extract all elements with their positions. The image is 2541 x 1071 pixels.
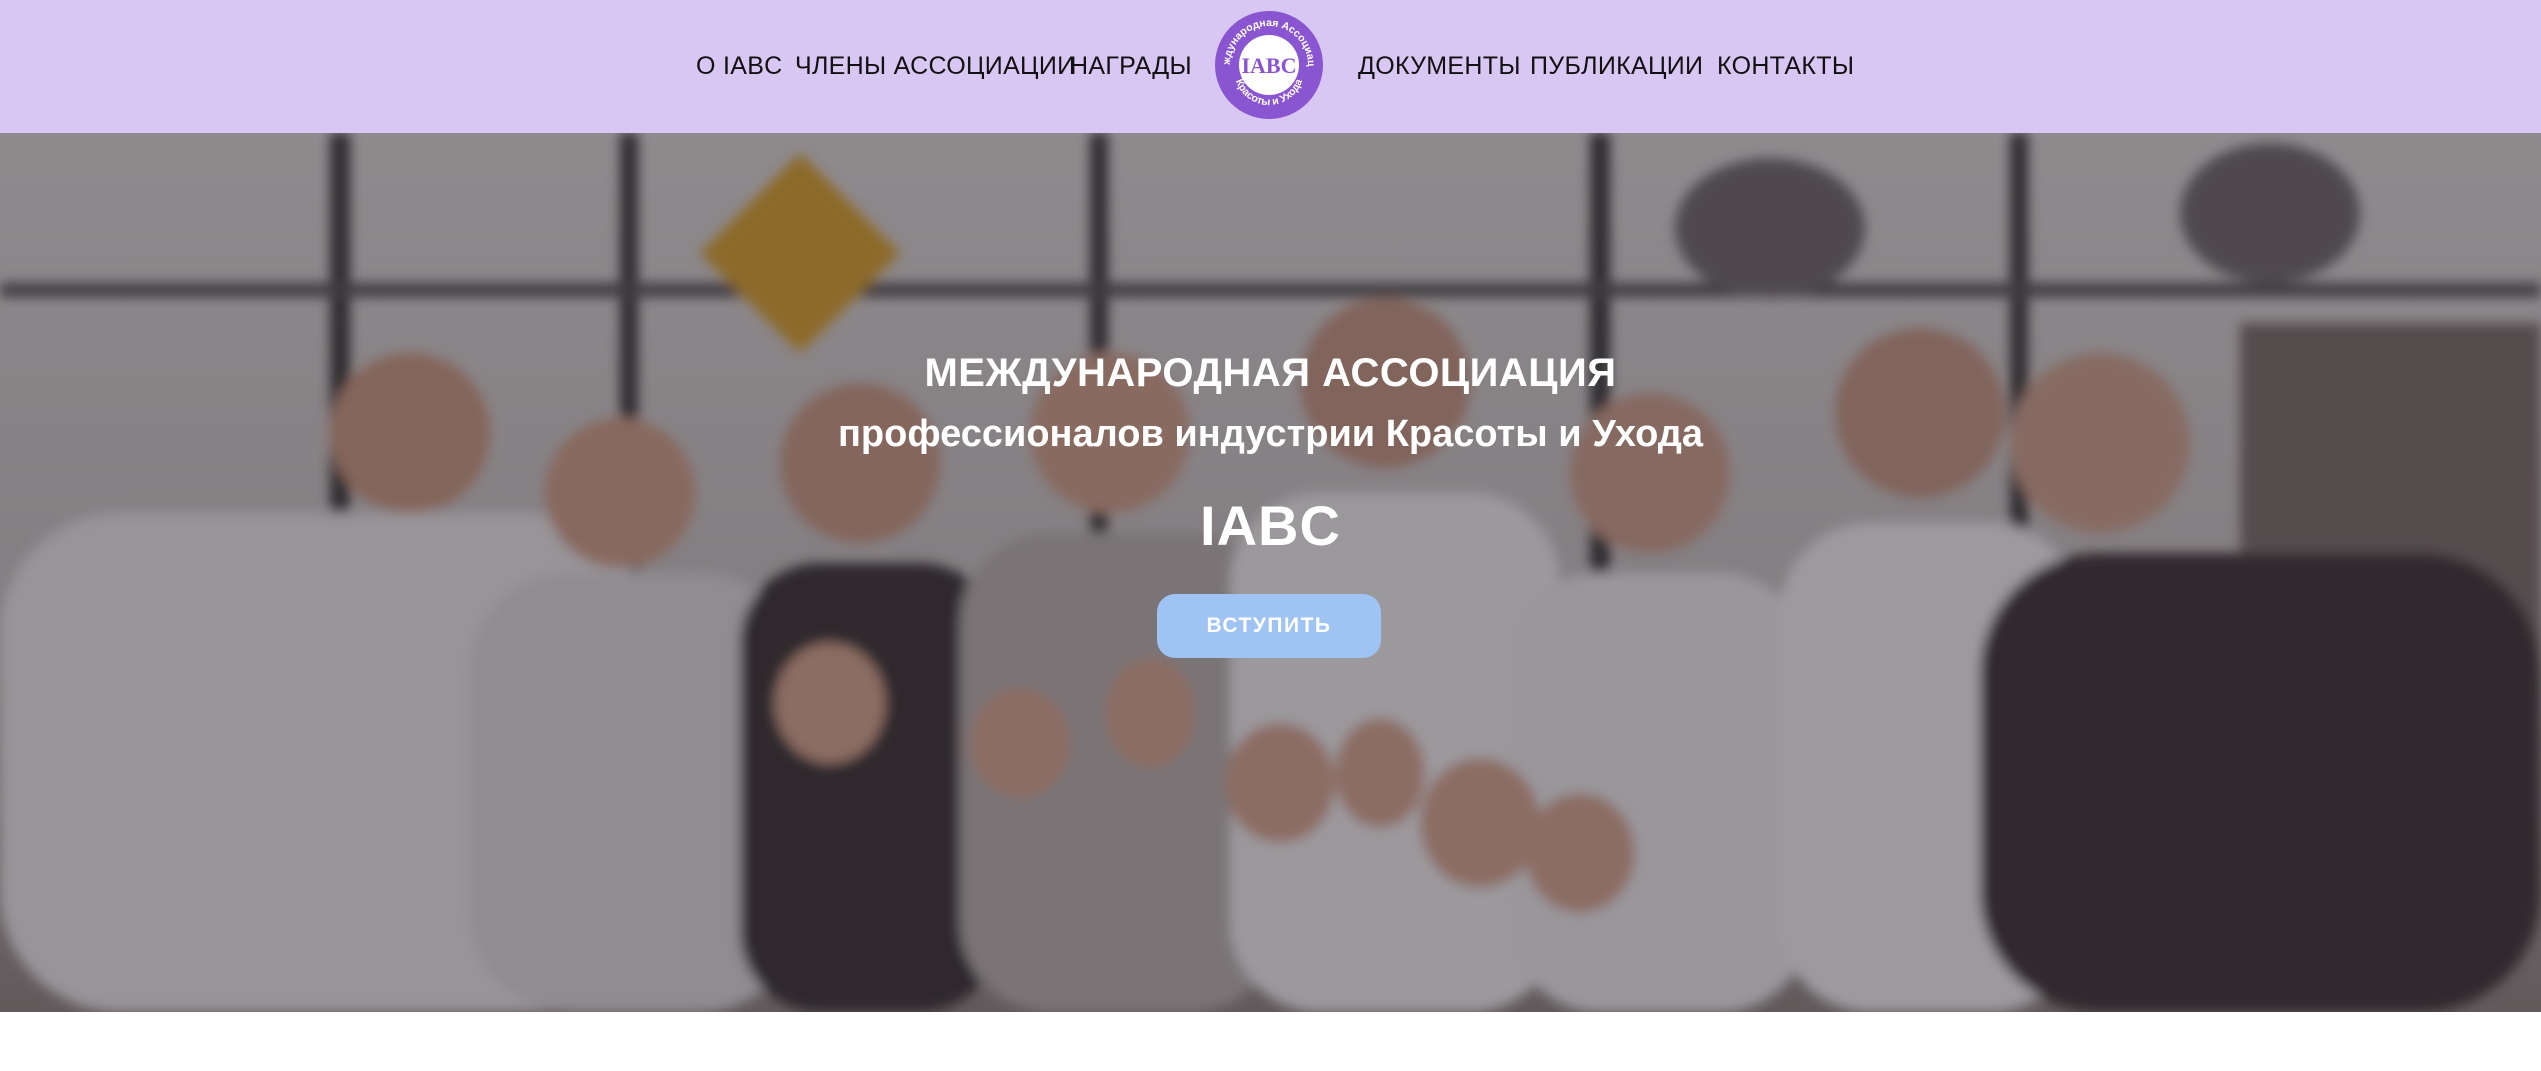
join-button[interactable]: ВСТУПИТЬ bbox=[1157, 594, 1381, 658]
logo-emblem: Международная Ассоциация Красоты и Ухода… bbox=[1210, 1, 1323, 119]
logo[interactable]: Международная Ассоциация Красоты и Ухода… bbox=[1210, 1, 1324, 120]
nav-documents[interactable]: ДОКУМЕНТЫ bbox=[1358, 46, 1521, 86]
hero-title: МЕЖДУНАРОДНАЯ АССОЦИАЦИЯ bbox=[924, 351, 1617, 395]
page-content-start bbox=[0, 1012, 2541, 1071]
hero-overlay bbox=[0, 133, 2541, 1012]
nav-awards[interactable]: НАГРАДЫ bbox=[1070, 46, 1192, 86]
nav-contacts[interactable]: КОНТАКТЫ bbox=[1717, 46, 1854, 86]
nav-publications[interactable]: ПУБЛИКАЦИИ bbox=[1530, 46, 1703, 86]
hero-brand: IABC bbox=[1200, 494, 1341, 557]
nav-members[interactable]: ЧЛЕНЫ АССОЦИАЦИИ bbox=[795, 46, 1075, 86]
hero-section: МЕЖДУНАРОДНАЯ АССОЦИАЦИЯ профессионалов … bbox=[0, 133, 2541, 1012]
nav-about[interactable]: О IABC bbox=[696, 46, 783, 86]
hero-subtitle: профессионалов индустрии Красоты и Ухода bbox=[837, 413, 1704, 455]
logo-center-text: IABC bbox=[1241, 53, 1296, 78]
site-header: О IABC ЧЛЕНЫ АССОЦИАЦИИ НАГРАДЫ Междунар… bbox=[0, 0, 2541, 133]
